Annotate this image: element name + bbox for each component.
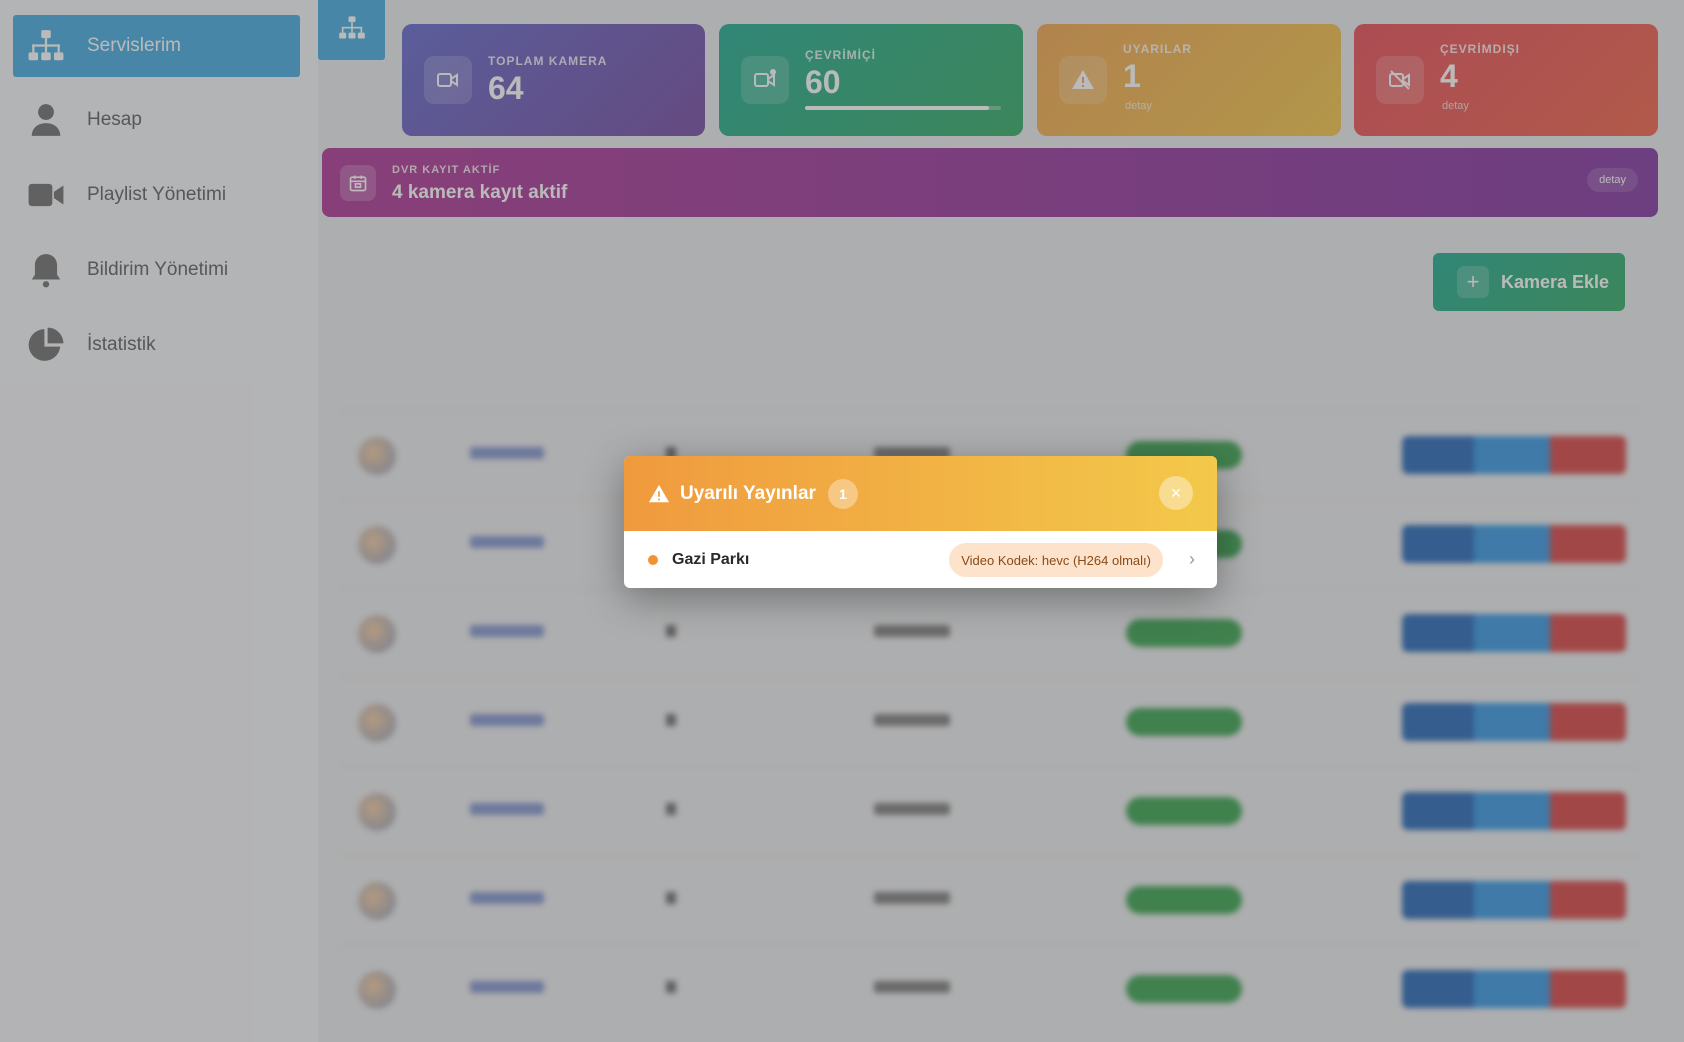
- warning-stream-item[interactable]: Gazi Parkı Video Kodek: hevc (H264 olmal…: [624, 531, 1217, 588]
- status-dot: [648, 554, 658, 565]
- warning-streams-modal: Uyarılı Yayınlar 1 × Gazi Parkı Video Ko…: [624, 456, 1217, 588]
- modal-title: Uyarılı Yayınlar: [680, 482, 816, 504]
- chevron-right-icon: ›: [1189, 549, 1195, 569]
- stream-name: Gazi Parkı: [672, 550, 750, 568]
- warning-icon: [648, 483, 670, 505]
- modal-header: Uyarılı Yayınlar 1 ×: [624, 456, 1217, 531]
- issue-tag: Video Kodek: hevc (H264 olmalı): [949, 543, 1163, 577]
- warning-count-badge: 1: [827, 478, 858, 509]
- close-button[interactable]: ×: [1159, 476, 1193, 510]
